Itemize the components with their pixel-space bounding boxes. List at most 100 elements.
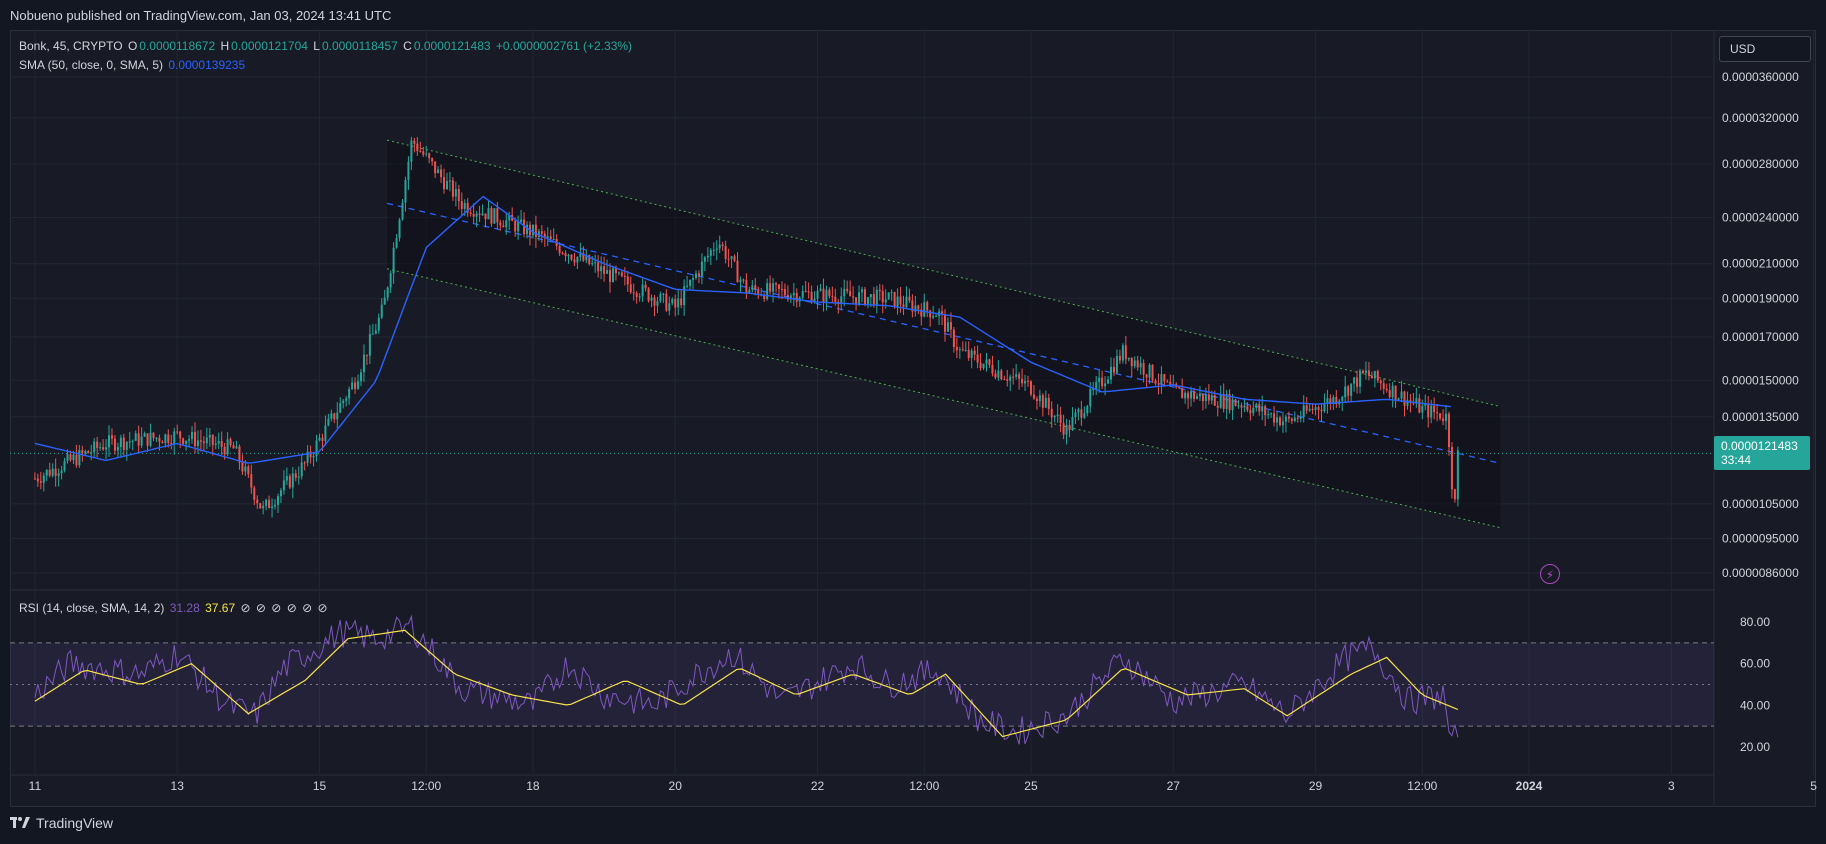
- candle-body: [1086, 406, 1089, 414]
- candle-body: [1112, 366, 1115, 373]
- time-tick-label: 13: [171, 779, 185, 793]
- candle-body: [164, 434, 167, 444]
- candle-body: [1000, 370, 1003, 380]
- price-tick-label: 0.0000170000: [1722, 330, 1799, 344]
- candle-body: [1308, 408, 1311, 411]
- candle-body: [1163, 374, 1166, 382]
- symbol-label[interactable]: Bonk, 45, CRYPTO: [19, 39, 123, 53]
- candle-body: [1027, 380, 1030, 382]
- candle-body: [226, 439, 229, 455]
- candle-body: [949, 322, 952, 330]
- candle-body: [1118, 355, 1121, 361]
- sma-legend: SMA (50, close, 0, SMA, 5) 0.0000139235: [19, 58, 247, 72]
- candle-body: [463, 202, 466, 209]
- candle-body: [90, 452, 93, 454]
- candle-body: [665, 293, 668, 311]
- ohlc-legend: Bonk, 45, CRYPTO O 0.0000118672 H 0.000012…: [19, 39, 634, 53]
- candle-body: [620, 272, 623, 276]
- candle-body: [863, 289, 866, 305]
- candle-body: [561, 253, 564, 255]
- candle-body: [1273, 413, 1276, 423]
- candle-body: [1388, 390, 1391, 398]
- candle-body: [1231, 399, 1234, 411]
- candle-body: [116, 446, 119, 451]
- high-label: H: [220, 39, 230, 53]
- candle-body: [680, 298, 683, 306]
- candle-body: [1400, 391, 1403, 399]
- rsi-hidden-icon-4: ⊘: [286, 601, 297, 615]
- candle-body: [1056, 414, 1059, 416]
- candle-body: [1178, 386, 1181, 389]
- candle-body: [1281, 421, 1284, 426]
- candle-body: [99, 447, 102, 449]
- currency-selector[interactable]: USD: [1719, 36, 1811, 62]
- candle-body: [214, 443, 217, 445]
- candle-body: [161, 441, 164, 444]
- candle-body: [1142, 363, 1145, 375]
- candle-body: [638, 296, 641, 298]
- candle-body: [443, 177, 446, 190]
- candle-body: [967, 349, 970, 358]
- candle-body: [279, 490, 282, 497]
- candle-body: [410, 140, 413, 162]
- candle-body: [1222, 394, 1225, 409]
- candle-body: [597, 262, 600, 272]
- candle-body: [422, 151, 425, 155]
- candle-body: [368, 334, 371, 356]
- candle-body: [1160, 374, 1163, 384]
- rsi-label[interactable]: RSI (14, close, SMA, 14, 2): [19, 601, 164, 615]
- chart-canvas[interactable]: 0.0000360000 0.0000320000 0.0000280000 0.00…: [0, 0, 1826, 844]
- lightning-icon[interactable]: ⚡: [1540, 564, 1560, 584]
- sma-label[interactable]: SMA (50, close, 0, SMA, 5): [19, 58, 163, 72]
- candle-body: [994, 373, 997, 378]
- candle-body: [997, 370, 1000, 378]
- candle-body: [576, 256, 579, 263]
- candle-body: [1379, 380, 1382, 384]
- candle-body: [294, 473, 297, 478]
- price-tick-label: 0.0000240000: [1722, 210, 1799, 224]
- candle-body: [1050, 408, 1053, 418]
- candle-body: [991, 364, 994, 374]
- candle-body: [617, 272, 620, 274]
- candle-body: [1127, 357, 1130, 360]
- candle-body: [531, 224, 534, 236]
- price-tick-label: 0.0000190000: [1722, 291, 1799, 305]
- candle-body: [1207, 394, 1210, 401]
- candle-body: [78, 450, 81, 466]
- rsi-tick-label: 60.00: [1740, 657, 1770, 671]
- candle-body: [66, 454, 69, 461]
- candle-body: [1421, 405, 1424, 413]
- candle-body: [866, 297, 869, 305]
- candle-body: [1213, 395, 1216, 406]
- time-tick-label: 12:00: [909, 779, 939, 793]
- candle-body: [1264, 406, 1267, 416]
- candle-body: [1154, 380, 1157, 384]
- candle-body: [517, 221, 520, 232]
- candle-body: [336, 412, 339, 420]
- candle-body: [792, 292, 795, 296]
- candle-body: [416, 143, 419, 152]
- candle-body: [1243, 405, 1246, 408]
- candle-body: [1397, 398, 1400, 400]
- candle-body: [520, 219, 523, 222]
- candle-body: [407, 161, 410, 181]
- footer-logo[interactable]: TradingView: [10, 815, 113, 831]
- candle-body: [1376, 371, 1379, 381]
- candle-body: [404, 180, 407, 203]
- candle-body: [686, 285, 689, 287]
- candle-body: [982, 363, 985, 369]
- candle-body: [481, 213, 484, 215]
- candle-body: [703, 257, 706, 262]
- candle-body: [217, 441, 220, 444]
- open-label: O: [127, 39, 138, 53]
- candle-body: [348, 389, 351, 399]
- candle-body: [852, 296, 855, 298]
- candle-body: [626, 276, 629, 285]
- candle-body: [1237, 405, 1240, 407]
- candle-body: [487, 207, 490, 220]
- candle-body: [48, 469, 51, 476]
- candle-body: [875, 289, 878, 306]
- candle-body: [905, 296, 908, 307]
- candle-body: [1356, 377, 1359, 387]
- candle-body: [1107, 379, 1110, 384]
